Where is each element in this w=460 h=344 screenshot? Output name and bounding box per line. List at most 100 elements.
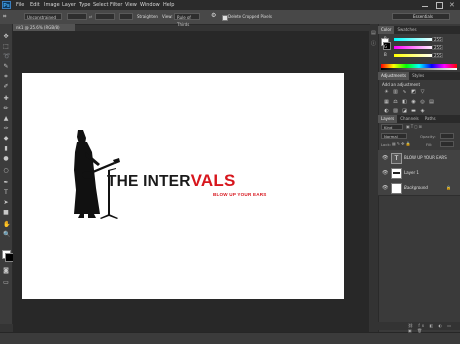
view-overlay-select[interactable]: Rule of Thirds <box>174 13 200 27</box>
dodge-tool-icon[interactable]: ○ <box>3 168 9 174</box>
channel-mixer-icon[interactable]: ◎ <box>419 99 426 105</box>
brush-tool-icon[interactable]: ✏ <box>3 106 9 112</box>
tab-color[interactable]: Color <box>378 26 395 34</box>
menu-file[interactable]: File <box>16 1 24 9</box>
exposure-icon[interactable]: ◩ <box>410 89 417 95</box>
menu-help[interactable]: Help <box>163 1 174 9</box>
tab-styles[interactable]: Styles <box>409 72 427 80</box>
green-slider[interactable] <box>394 46 434 49</box>
layer-thumbnail-art <box>393 172 400 174</box>
hue-saturation-icon[interactable]: ▦ <box>383 99 390 105</box>
layer-filter-icons[interactable]: ▣T◻⊞ <box>406 124 423 129</box>
close-icon[interactable]: ✕ <box>449 0 455 10</box>
red-slider[interactable] <box>394 38 434 41</box>
color-spectrum[interactable] <box>381 64 457 70</box>
properties-panel-icon[interactable]: ⓘ <box>371 40 376 47</box>
pen-tool-icon[interactable]: ✒ <box>3 180 9 186</box>
workspace-select[interactable]: Essentials <box>392 13 450 20</box>
quick-mask-icon[interactable]: ◙ <box>3 268 9 274</box>
menu-filter[interactable]: Filter <box>110 1 122 9</box>
tab-channels[interactable]: Channels <box>397 115 422 123</box>
opacity-field[interactable] <box>440 133 454 139</box>
straighten-label[interactable]: Straighten <box>137 13 158 21</box>
layer-filter-kind-select[interactable]: Kind <box>381 124 403 130</box>
layer-thumbnail <box>391 168 402 179</box>
threshold-icon[interactable]: ◪ <box>401 108 408 114</box>
curves-icon[interactable]: ∿ <box>401 89 408 95</box>
path-select-tool-icon[interactable]: ➤ <box>3 200 9 206</box>
type-tool-icon[interactable]: T <box>3 190 9 196</box>
history-panel-icon[interactable]: ▤ <box>371 30 376 36</box>
green-value[interactable]: 255 <box>432 45 443 50</box>
crop-preset-select[interactable]: Unconstrained <box>24 13 62 20</box>
blur-tool-icon[interactable]: ● <box>3 156 9 162</box>
menu-select[interactable]: Select <box>93 1 108 9</box>
layer-row[interactable]: 👁 Layer 1 <box>378 165 460 181</box>
crop-tool-icon[interactable]: ⌗ <box>3 74 9 80</box>
healing-tool-icon[interactable]: ✚ <box>3 96 9 102</box>
visibility-eye-icon[interactable]: 👁 <box>382 155 388 161</box>
color-lookup-icon[interactable]: ▤ <box>428 99 435 105</box>
document-canvas[interactable]: THE INTERVALS BLOW UP YOUR EARS <box>22 73 344 299</box>
layer-name[interactable]: Layer 1 <box>404 170 419 175</box>
fill-field[interactable] <box>440 141 454 147</box>
blue-slider[interactable] <box>394 54 434 57</box>
selective-color-icon[interactable]: ◈ <box>419 108 426 114</box>
crop-height-field[interactable] <box>95 13 115 20</box>
red-value[interactable]: 255 <box>432 37 443 42</box>
lock-icons[interactable]: ▦✎✥🔒 <box>392 141 411 146</box>
black-white-icon[interactable]: ◧ <box>401 99 408 105</box>
levels-icon[interactable]: ▥ <box>392 89 399 95</box>
visibility-eye-icon[interactable]: 👁 <box>382 170 388 176</box>
hand-tool-icon[interactable]: ✋ <box>3 222 10 228</box>
eyedropper-tool-icon[interactable]: ✐ <box>3 84 9 90</box>
layer-row[interactable]: 👁 T BLOW UP YOUR EARS <box>378 150 460 166</box>
stamp-tool-icon[interactable]: ▲ <box>3 116 9 122</box>
visibility-eye-icon[interactable]: 👁 <box>382 185 388 191</box>
tab-paths[interactable]: Paths <box>422 115 439 123</box>
tab-adjustments[interactable]: Adjustments <box>378 72 410 80</box>
layer-actions-icons[interactable]: ⛓ fx ◧ ◐ ▭ ▣ 🗑 <box>408 323 460 333</box>
settings-gear-icon[interactable]: ⚙ <box>211 12 216 20</box>
layer-name[interactable]: BLOW UP YOUR EARS <box>404 155 447 160</box>
blue-value[interactable]: 255 <box>432 53 443 58</box>
gradient-tool-icon[interactable]: ▮ <box>3 146 9 152</box>
history-brush-tool-icon[interactable]: ✑ <box>3 126 9 132</box>
marquee-tool-icon[interactable]: ⬚ <box>3 44 9 50</box>
menu-window[interactable]: Window <box>140 1 160 9</box>
menu-layer[interactable]: Layer <box>62 1 76 9</box>
maximize-icon[interactable] <box>436 2 443 9</box>
layer-name[interactable]: Background <box>404 185 428 190</box>
move-tool-icon[interactable]: ✥ <box>3 34 9 40</box>
menu-view[interactable]: View <box>125 1 137 9</box>
lasso-tool-icon[interactable]: ➰ <box>3 54 10 60</box>
menu-type[interactable]: Type <box>79 1 90 9</box>
brightness-icon[interactable]: ☀ <box>383 89 390 95</box>
clear-button[interactable] <box>119 13 133 20</box>
crop-width-field[interactable] <box>67 13 87 20</box>
document-tab[interactable]: nk1 @ 25.6% (RGB/8) <box>13 24 75 31</box>
layer-row[interactable]: 👁 Background 🔒 <box>378 180 460 196</box>
menu-image[interactable]: Image <box>44 1 60 9</box>
screen-mode-icon[interactable]: ▭ <box>3 280 9 286</box>
crop-tool-icon[interactable]: ⌗ <box>3 13 6 21</box>
swap-icon[interactable]: ⇄ <box>89 13 92 21</box>
color-panel-tabs: Color Swatches <box>378 26 460 34</box>
zoom-tool-icon[interactable]: 🔍 <box>3 232 10 238</box>
posterize-icon[interactable]: ▨ <box>392 108 399 114</box>
tab-layers[interactable]: Layers <box>378 115 398 123</box>
tools-panel: ✥ ⬚ ➰ ✎ ⌗ ✐ ✚ ✏ ▲ ✑ ◆ ▮ ● ○ ✒ T ➤ ■ ✋ 🔍 … <box>0 24 14 324</box>
gradient-map-icon[interactable]: ▬ <box>410 108 417 114</box>
blend-mode-select[interactable]: Normal <box>381 133 407 139</box>
tagline-text: BLOW UP YOUR EARS <box>213 192 267 197</box>
menu-edit[interactable]: Edit <box>30 1 40 9</box>
color-balance-icon[interactable]: ⚖ <box>392 99 399 105</box>
photo-filter-icon[interactable]: ◉ <box>410 99 417 105</box>
vibrance-icon[interactable]: ▽ <box>419 89 426 95</box>
tab-swatches[interactable]: Swatches <box>394 26 419 34</box>
shape-tool-icon[interactable]: ■ <box>3 210 9 216</box>
minimize-icon[interactable] <box>422 6 428 7</box>
eraser-tool-icon[interactable]: ◆ <box>3 136 9 142</box>
quick-select-tool-icon[interactable]: ✎ <box>3 64 9 70</box>
invert-icon[interactable]: ◐ <box>383 108 390 114</box>
